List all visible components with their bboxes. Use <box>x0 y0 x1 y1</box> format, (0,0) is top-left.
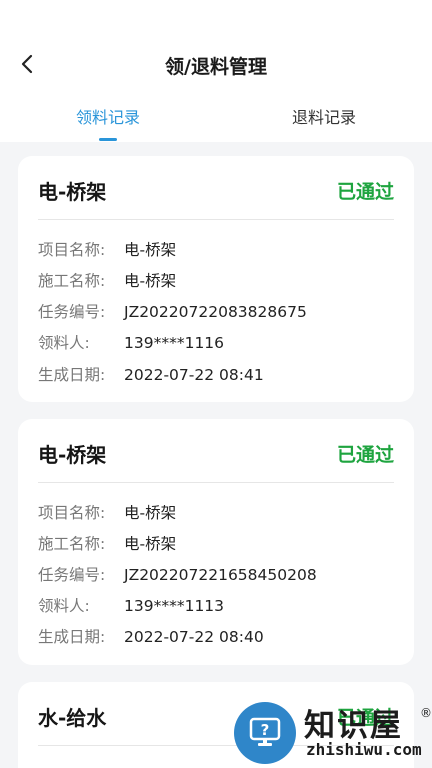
divider <box>38 219 394 220</box>
construction-name-row: 施工名称: 电-桥架 <box>38 532 176 556</box>
help-monitor-icon: ? <box>234 702 296 764</box>
active-tab-indicator <box>99 138 117 141</box>
project-name-label: 项目名称: <box>38 504 106 522</box>
construction-name-row: 施工名称: 电-桥架 <box>38 269 176 293</box>
divider <box>38 482 394 483</box>
page-title: 领/退料管理 <box>165 56 267 78</box>
created-date-row: 生成日期: 2022-07-22 08:41 <box>38 363 264 387</box>
recipient-row: 领料人: 139****1113 <box>38 594 224 618</box>
record-card[interactable]: 电-桥架 已通过 项目名称: 电-桥架 施工名称: 电-桥架 任务编号: JZ2022… <box>18 156 414 402</box>
watermark-domain: zhishiwu.com <box>306 740 422 759</box>
created-date-value: 2022-07-22 08:40 <box>124 628 264 646</box>
record-card[interactable]: 电-桥架 已通过 项目名称: 电-桥架 施工名称: 电-桥架 任务编号: JZ2022… <box>18 419 414 665</box>
recipient-label: 领料人: <box>38 334 90 352</box>
task-number-value: JZ202207221658450208 <box>124 566 317 584</box>
construction-name-value: 电-桥架 <box>124 535 177 553</box>
tab-issue-records[interactable]: 领料记录 <box>0 104 216 128</box>
record-title: 电-桥架 <box>38 443 107 467</box>
created-date-value: 2022-07-22 08:41 <box>124 366 264 384</box>
created-date-label: 生成日期: <box>38 628 106 646</box>
created-date-row: 生成日期: 2022-07-22 08:40 <box>38 625 264 649</box>
record-title: 水-给水 <box>38 706 107 730</box>
construction-name-label: 施工名称: <box>38 272 106 290</box>
top-bar: 领/退料管理 领料记录 退料记录 <box>0 0 432 142</box>
task-number-row: 任务编号: JZ202207221658450208 <box>38 563 317 587</box>
recipient-row: 领料人: 139****1116 <box>38 331 224 355</box>
tab-return-records[interactable]: 退料记录 <box>216 104 432 128</box>
status-badge: 已通过 <box>336 181 394 203</box>
project-name-value: 电-桥架 <box>124 504 177 522</box>
task-number-value: JZ20220722083828675 <box>124 303 307 321</box>
registered-mark: ® <box>420 706 432 720</box>
svg-text:?: ? <box>261 721 270 739</box>
watermark-brand: 知识屋 <box>304 708 403 744</box>
created-date-label: 生成日期: <box>38 366 106 384</box>
watermark: ? 知识屋 ® zhishiwu.com <box>232 700 432 768</box>
project-name-row: 项目名称: 电-桥架 <box>38 238 176 262</box>
project-name-label: 项目名称: <box>38 241 106 259</box>
recipient-label: 领料人: <box>38 597 90 615</box>
project-name-value: 电-桥架 <box>124 241 177 259</box>
recipient-value: 139****1116 <box>124 334 225 352</box>
construction-name-value: 电-桥架 <box>124 272 177 290</box>
construction-name-label: 施工名称: <box>38 535 106 553</box>
task-number-label: 任务编号: <box>38 566 106 584</box>
record-title: 电-桥架 <box>38 180 107 204</box>
recipient-value: 139****1113 <box>124 597 225 615</box>
tab-bar: 领料记录 退料记录 <box>0 104 432 142</box>
status-badge: 已通过 <box>336 444 394 466</box>
task-number-row: 任务编号: JZ20220722083828675 <box>38 300 307 324</box>
project-name-row: 项目名称: 电-桥架 <box>38 501 176 525</box>
task-number-label: 任务编号: <box>38 303 106 321</box>
